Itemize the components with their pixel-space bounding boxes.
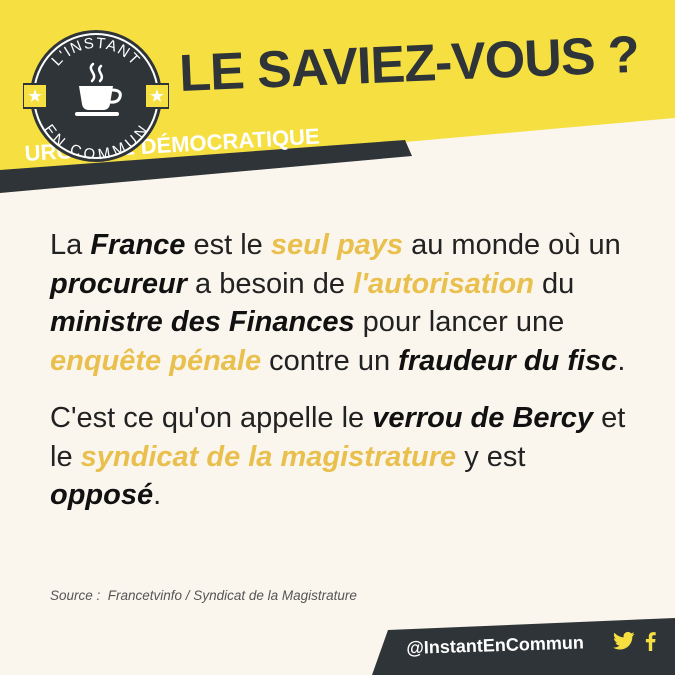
text-segment: . — [617, 344, 626, 377]
keyword: procureur — [50, 267, 187, 300]
keyword: ministre des Finances — [50, 306, 355, 338]
keyword: opposé — [50, 479, 154, 511]
logo-badge: L'INSTANT EN COMMUN — [23, 30, 169, 164]
text-segment: a besoin de — [186, 267, 354, 300]
highlight: enquête pénale — [50, 344, 262, 377]
text-segment: pour lancer une — [354, 306, 565, 338]
keyword: verrou de Bercy — [372, 402, 594, 434]
text-segment: C'est ce qu'on appelle le — [50, 402, 373, 434]
keyword: fraudeur du fisc — [398, 344, 618, 377]
text-segment: contre un — [261, 344, 399, 377]
text-segment: La — [50, 229, 91, 261]
text-segment: y est — [456, 440, 526, 473]
highlight: syndicat de la magistrature — [80, 440, 457, 473]
text-segment: du — [533, 267, 575, 300]
highlight: l'autorisation — [353, 267, 534, 300]
highlight: seul pays — [270, 229, 404, 261]
paragraph-2: C'est ce qu'on appelle le verrou de Berc… — [50, 399, 640, 515]
facebook-icon[interactable] — [645, 632, 656, 651]
main-text: La France est le seul pays au monde où u… — [50, 226, 640, 515]
text-segment: . — [153, 479, 162, 511]
twitter-icon[interactable] — [613, 631, 635, 651]
text-segment: au monde où un — [403, 229, 621, 261]
paragraph-1: La France est le seul pays au monde où u… — [50, 226, 640, 380]
text-segment: est le — [185, 229, 271, 261]
source-note: Source : Francetvinfo / Syndicat de la M… — [50, 588, 357, 603]
keyword: France — [90, 229, 186, 261]
